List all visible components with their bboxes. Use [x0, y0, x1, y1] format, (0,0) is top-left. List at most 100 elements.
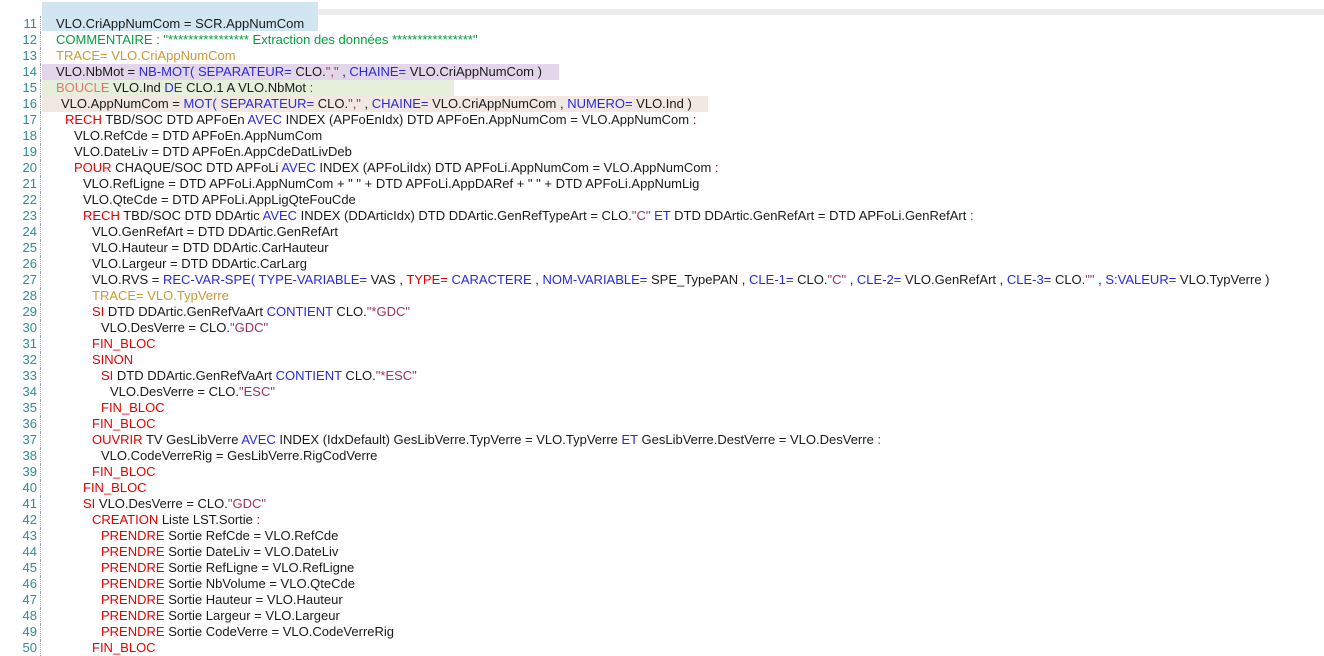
code-line-text[interactable]: VLO.Hauteur = DTD DDArtic.CarHauteur: [41, 240, 1324, 256]
code-line-text[interactable]: VLO.RVS = REC-VAR-SPE( TYPE-VARIABLE= VA…: [41, 272, 1324, 288]
code-line[interactable]: 34VLO.DesVerre = CLO."ESC": [0, 384, 1324, 400]
code-line-text[interactable]: VLO.DateLiv = DTD APFoEn.AppCdeDatLivDeb: [41, 144, 1324, 160]
code-line[interactable]: 39FIN_BLOC: [0, 464, 1324, 480]
code-line-text[interactable]: SI DTD DDArtic.GenRefVaArt CONTIENT CLO.…: [41, 304, 1324, 320]
code-line[interactable]: 27VLO.RVS = REC-VAR-SPE( TYPE-VARIABLE= …: [0, 272, 1324, 288]
code-line-text[interactable]: CREATION Liste LST.Sortie :: [41, 512, 1324, 528]
code-line[interactable]: 42CREATION Liste LST.Sortie :: [0, 512, 1324, 528]
code-line-text[interactable]: FIN_BLOC: [41, 416, 1324, 432]
code-line[interactable]: 49PRENDRE Sortie CodeVerre = VLO.CodeVer…: [0, 624, 1324, 640]
code-token: FIN_BLOC: [92, 336, 156, 351]
code-line-text[interactable]: VLO.RefCde = DTD APFoEn.AppNumCom: [41, 128, 1324, 144]
code-line[interactable]: 12COMMENTAIRE : "**************** Extrac…: [0, 32, 1324, 48]
code-line-text[interactable]: SI DTD DDArtic.GenRefVaArt CONTIENT CLO.…: [41, 368, 1324, 384]
code-line[interactable]: 30VLO.DesVerre = CLO."GDC": [0, 320, 1324, 336]
code-line-text[interactable]: VLO.AppNumCom = MOT( SEPARATEUR= CLO.","…: [41, 96, 1324, 112]
code-token: :: [715, 160, 719, 175]
code-token: PRENDRE: [101, 560, 165, 575]
code-token: :: [693, 112, 697, 127]
code-token: VLO.AppNumCom =: [61, 96, 183, 111]
code-line-text[interactable]: PRENDRE Sortie RefCde = VLO.RefCde: [41, 528, 1324, 544]
code-line-text[interactable]: SI VLO.DesVerre = CLO."GDC": [41, 496, 1324, 512]
code-token: CLO.: [793, 272, 827, 287]
code-token: POUR: [74, 160, 112, 175]
code-line-text[interactable]: POUR CHAQUE/SOC DTD APFoLi AVEC INDEX (A…: [41, 160, 1324, 176]
code-line-text[interactable]: TRACE= VLO.TypVerre: [41, 288, 1324, 304]
code-line[interactable]: 32SINON: [0, 352, 1324, 368]
code-line[interactable]: 43PRENDRE Sortie RefCde = VLO.RefCde: [0, 528, 1324, 544]
code-token: INDEX (APFoEnIdx) DTD APFoEn.AppNumCom =…: [282, 112, 693, 127]
code-line-text[interactable]: FIN_BLOC: [41, 640, 1324, 656]
code-line-text[interactable]: VLO.DesVerre = CLO."GDC": [41, 320, 1324, 336]
code-line[interactable]: 13TRACE= VLO.CriAppNumCom: [0, 48, 1324, 64]
code-line-text[interactable]: BOUCLE VLO.Ind DE CLO.1 A VLO.NbMot :: [41, 80, 1324, 96]
code-line-text[interactable]: FIN_BLOC: [41, 480, 1324, 496]
code-line[interactable]: 47PRENDRE Sortie Hauteur = VLO.Hauteur: [0, 592, 1324, 608]
code-line-text[interactable]: FIN_BLOC: [41, 400, 1324, 416]
code-line[interactable]: 26VLO.Largeur = DTD DDArtic.CarLarg: [0, 256, 1324, 272]
code-line[interactable]: 48PRENDRE Sortie Largeur = VLO.Largeur: [0, 608, 1324, 624]
code-line[interactable]: 19VLO.DateLiv = DTD APFoEn.AppCdeDatLivD…: [0, 144, 1324, 160]
code-line-text[interactable]: SINON: [41, 352, 1324, 368]
code-line[interactable]: 36FIN_BLOC: [0, 416, 1324, 432]
code-line[interactable]: 17RECH TBD/SOC DTD APFoEn AVEC INDEX (AP…: [0, 112, 1324, 128]
code-token: RECH: [65, 112, 102, 127]
code-editor-surface[interactable]: 11VLO.CriAppNumCom = SCR.AppNumCom12COMM…: [0, 16, 1324, 656]
code-line-text[interactable]: VLO.CodeVerreRig = GesLibVerre.RigCodVer…: [41, 448, 1324, 464]
code-line[interactable]: 21VLO.RefLigne = DTD APFoLi.AppNumCom + …: [0, 176, 1324, 192]
code-line-text[interactable]: VLO.NbMot = NB-MOT( SEPARATEUR= CLO."," …: [41, 64, 1324, 80]
code-line[interactable]: 35FIN_BLOC: [0, 400, 1324, 416]
code-line-text[interactable]: VLO.RefLigne = DTD APFoLi.AppNumCom + " …: [41, 176, 1324, 192]
code-token: :: [257, 512, 261, 527]
line-number: 33: [0, 368, 41, 384]
code-line[interactable]: 31FIN_BLOC: [0, 336, 1324, 352]
code-line[interactable]: 46PRENDRE Sortie NbVolume = VLO.QteCde: [0, 576, 1324, 592]
code-line[interactable]: 37OUVRIR TV GesLibVerre AVEC INDEX (IdxD…: [0, 432, 1324, 448]
code-line-text[interactable]: VLO.Largeur = DTD DDArtic.CarLarg: [41, 256, 1324, 272]
code-line-text[interactable]: PRENDRE Sortie CodeVerre = VLO.CodeVerre…: [41, 624, 1324, 640]
code-line-text[interactable]: PRENDRE Sortie Largeur = VLO.Largeur: [41, 608, 1324, 624]
code-line-text[interactable]: COMMENTAIRE : "**************** Extracti…: [41, 32, 1324, 48]
code-line[interactable]: 45PRENDRE Sortie RefLigne = VLO.RefLigne: [0, 560, 1324, 576]
code-line[interactable]: 18VLO.RefCde = DTD APFoEn.AppNumCom: [0, 128, 1324, 144]
line-number: 35: [0, 400, 41, 416]
code-line[interactable]: 15BOUCLE VLO.Ind DE CLO.1 A VLO.NbMot :: [0, 80, 1324, 96]
code-line-text[interactable]: PRENDRE Sortie NbVolume = VLO.QteCde: [41, 576, 1324, 592]
code-token: VLO.Hauteur = DTD DDArtic.CarHauteur: [92, 240, 329, 255]
code-line-text[interactable]: FIN_BLOC: [41, 336, 1324, 352]
code-line-text[interactable]: VLO.DesVerre = CLO."ESC": [41, 384, 1324, 400]
code-line[interactable]: 40FIN_BLOC: [0, 480, 1324, 496]
code-line[interactable]: 14VLO.NbMot = NB-MOT( SEPARATEUR= CLO.",…: [0, 64, 1324, 80]
code-token: SEPARATEUR=: [198, 64, 292, 79]
code-token: VLO.CriAppNumCom ): [406, 64, 542, 79]
code-line[interactable]: 44PRENDRE Sortie DateLiv = VLO.DateLiv: [0, 544, 1324, 560]
code-line-text[interactable]: OUVRIR TV GesLibVerre AVEC INDEX (IdxDef…: [41, 432, 1324, 448]
code-line-text[interactable]: VLO.CriAppNumCom = SCR.AppNumCom: [41, 16, 1324, 32]
code-line-text[interactable]: RECH TBD/SOC DTD APFoEn AVEC INDEX (APFo…: [41, 112, 1324, 128]
code-line[interactable]: 22VLO.QteCde = DTD APFoLi.AppLigQteFouCd…: [0, 192, 1324, 208]
line-number: 47: [0, 592, 41, 608]
code-token: TRACE= VLO.CriAppNumCom: [56, 48, 236, 63]
code-line-text[interactable]: PRENDRE Sortie Hauteur = VLO.Hauteur: [41, 592, 1324, 608]
code-line[interactable]: 24VLO.GenRefArt = DTD DDArtic.GenRefArt: [0, 224, 1324, 240]
code-line-text[interactable]: VLO.QteCde = DTD APFoLi.AppLigQteFouCde: [41, 192, 1324, 208]
code-line[interactable]: 50FIN_BLOC: [0, 640, 1324, 656]
code-line[interactable]: 41SI VLO.DesVerre = CLO."GDC": [0, 496, 1324, 512]
code-line-text[interactable]: RECH TBD/SOC DTD DDArtic AVEC INDEX (DDA…: [41, 208, 1324, 224]
code-line[interactable]: 25VLO.Hauteur = DTD DDArtic.CarHauteur: [0, 240, 1324, 256]
code-line-text[interactable]: FIN_BLOC: [41, 464, 1324, 480]
code-token: CLE-2=: [857, 272, 901, 287]
code-line[interactable]: 23RECH TBD/SOC DTD DDArtic AVEC INDEX (D…: [0, 208, 1324, 224]
code-line[interactable]: 11VLO.CriAppNumCom = SCR.AppNumCom: [0, 16, 1324, 32]
code-line[interactable]: 16VLO.AppNumCom = MOT( SEPARATEUR= CLO."…: [0, 96, 1324, 112]
code-line-text[interactable]: TRACE= VLO.CriAppNumCom: [41, 48, 1324, 64]
code-line-text[interactable]: VLO.GenRefArt = DTD DDArtic.GenRefArt: [41, 224, 1324, 240]
code-line-text[interactable]: PRENDRE Sortie RefLigne = VLO.RefLigne: [41, 560, 1324, 576]
code-token: ,: [339, 64, 350, 79]
code-line[interactable]: 29SI DTD DDArtic.GenRefVaArt CONTIENT CL…: [0, 304, 1324, 320]
code-line[interactable]: 20POUR CHAQUE/SOC DTD APFoLi AVEC INDEX …: [0, 160, 1324, 176]
code-line[interactable]: 33SI DTD DDArtic.GenRefVaArt CONTIENT CL…: [0, 368, 1324, 384]
code-line-text[interactable]: PRENDRE Sortie DateLiv = VLO.DateLiv: [41, 544, 1324, 560]
code-line[interactable]: 38VLO.CodeVerreRig = GesLibVerre.RigCodV…: [0, 448, 1324, 464]
code-line[interactable]: 28TRACE= VLO.TypVerre: [0, 288, 1324, 304]
